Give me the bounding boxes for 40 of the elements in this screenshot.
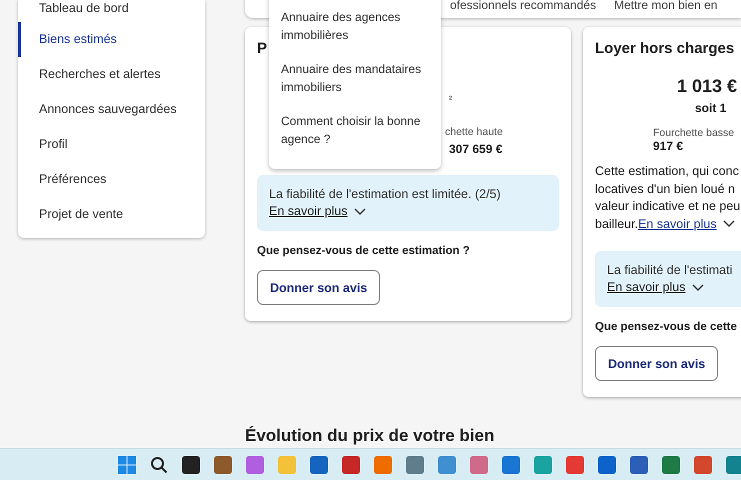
description-text: Cette estimation, qui conc	[595, 163, 740, 180]
card-title: Loyer hors charges	[595, 40, 736, 59]
description-text: valeur indicative et ne peu	[595, 198, 741, 215]
sidebar-item[interactable]: Tableau de bord	[18, 0, 205, 22]
learn-more-link[interactable]: En savoir plus	[269, 204, 348, 218]
learn-more-link[interactable]: En savoir plus	[607, 280, 686, 294]
card-title: P	[257, 40, 268, 59]
range-label: chette haute	[445, 126, 503, 138]
menu-item[interactable]: Annuaire des agences immobilières	[269, 9, 441, 61]
reliability-text: La fiabilité de l'estimati	[607, 262, 734, 279]
feedback-button[interactable]: Donner son avis	[257, 270, 380, 305]
sidebar-item[interactable]: Projet de vente	[18, 197, 205, 232]
feedback-question: Que pensez-vous de cette	[595, 321, 738, 333]
description-text: locatives d'un bien loué n	[595, 180, 736, 198]
search-icon[interactable]	[150, 456, 168, 474]
range-label: Fourchette basse	[653, 127, 736, 139]
menu-item[interactable]: Annuaire des mandataires immobiliers	[269, 61, 441, 113]
chevron-down-icon	[692, 284, 704, 292]
windows-start-icon[interactable]	[118, 456, 136, 474]
reliability-text: La fiabilité de l'estimation est limitée. (2/5)	[269, 186, 502, 203]
sidebar-item[interactable]: Annonces sauvegardées	[18, 92, 205, 127]
nav-link[interactable]: ofessionnels recommandés	[450, 0, 596, 12]
learn-more-link[interactable]: En savoir plus	[638, 216, 717, 230]
sidebar-item[interactable]: Préférences	[18, 162, 205, 197]
rent-per-area: soit 1	[695, 101, 741, 115]
description-text: bailleur.	[595, 216, 638, 230]
feedback-button[interactable]: Donner son avis	[595, 346, 718, 381]
chevron-down-icon	[722, 220, 735, 228]
sidebar-item[interactable]: Recherches et alertes	[18, 57, 205, 92]
sidebar-item[interactable]: Profil	[18, 127, 205, 162]
menu-item[interactable]: Comment choisir la bonne agence ?	[269, 113, 441, 165]
section-heading: Évolution du prix de votre bien	[245, 426, 494, 446]
chevron-down-icon	[354, 208, 366, 216]
rent-amount: 1 013 €	[677, 76, 738, 97]
feedback-question: Que pensez-vous de cette estimation ?	[257, 245, 471, 257]
range-value: 307 659 €	[449, 142, 502, 156]
nav-link[interactable]: Mettre mon bien en	[614, 0, 718, 12]
sidebar-item[interactable]: Biens estimés	[18, 22, 205, 57]
unit-superscript: ²	[449, 94, 452, 104]
range-value: 917 €	[653, 139, 684, 153]
